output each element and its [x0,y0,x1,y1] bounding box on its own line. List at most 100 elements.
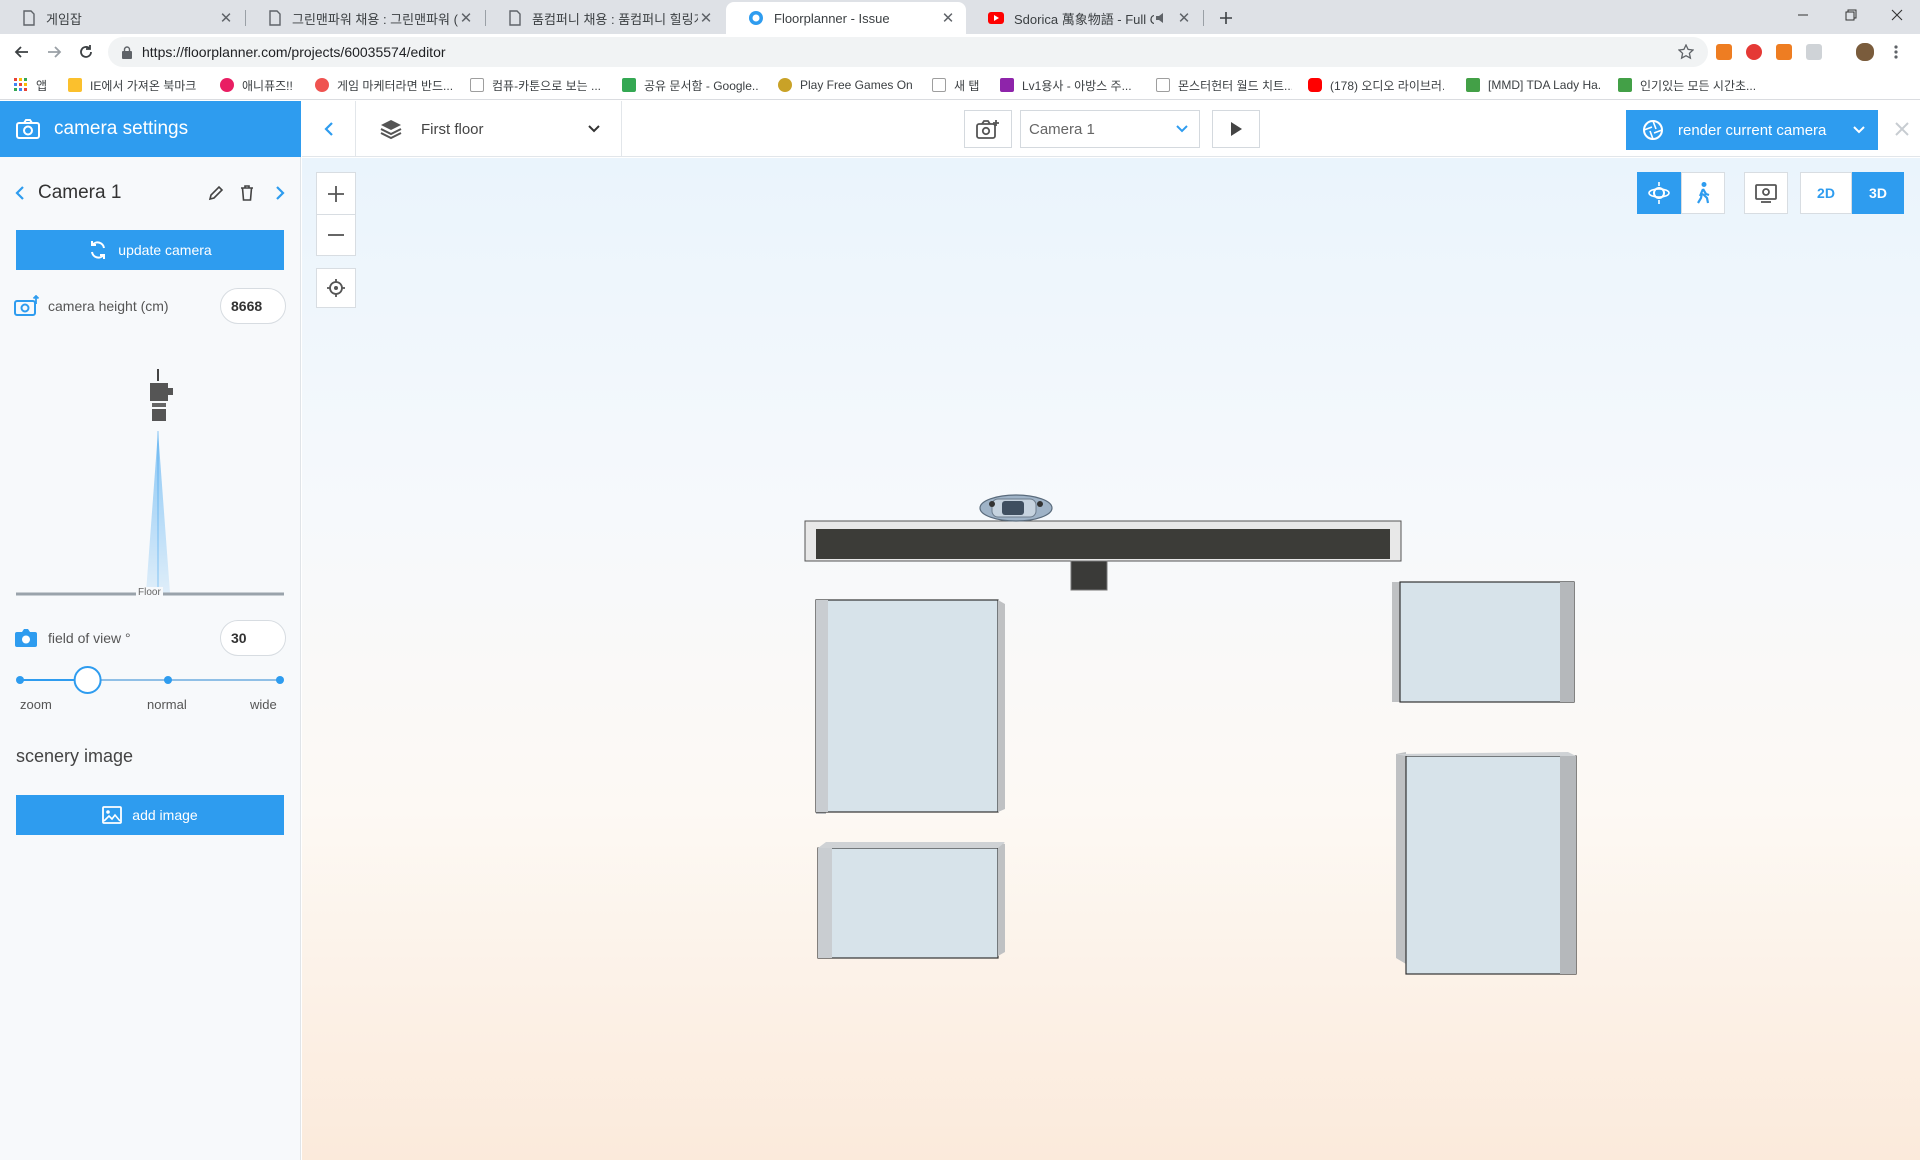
walk-mode-button[interactable] [1681,172,1725,214]
cast-extension-icon[interactable] [1806,44,1822,60]
chevron-down-icon[interactable] [1852,125,1866,135]
glass-box [1396,752,1577,975]
panel-title: camera settings [54,118,189,139]
bookmark-apps[interactable]: 앱 [14,76,64,94]
slider-stop-zoom[interactable] [16,676,24,684]
column-block [1070,560,1108,591]
bookmark-star-icon[interactable] [1678,44,1694,60]
trash-icon[interactable] [240,185,254,201]
edit-pencil-icon[interactable] [208,185,224,201]
forward-button[interactable] [40,38,68,66]
bookmark-item[interactable]: Play Free Games On... [778,76,913,94]
page-icon [470,78,484,92]
previous-camera-icon[interactable] [14,185,26,201]
opera-extension-icon[interactable] [1746,44,1762,60]
camera-dropdown[interactable]: Camera 1 [1020,110,1200,148]
zoom-in-button[interactable] [316,172,356,214]
extension-icon[interactable] [1776,44,1792,60]
play-walkthrough-button[interactable] [1212,110,1260,148]
view-3d-button[interactable]: 3D [1852,172,1904,214]
minus-icon [328,234,344,236]
back-button[interactable] [302,101,356,157]
page-icon [23,10,35,26]
audio-playing-icon[interactable] [1154,11,1168,25]
tab-title: 품컴퍼니 채용 : 품컴퍼니 힐링게... [532,11,698,27]
bookmark-item[interactable]: [MMD] TDA Lady Ha... [1466,76,1602,94]
close-tab-icon[interactable]: ✕ [458,9,474,27]
browser-tab[interactable]: 품컴퍼니 채용 : 품컴퍼니 힐링게... ✕ [486,2,724,34]
tab-separator [1203,10,1204,26]
bookmark-label: 애니퓨즈!! [242,78,293,93]
image-icon [102,806,123,824]
add-image-button[interactable]: add image [16,795,284,835]
close-tab-icon[interactable]: ✕ [940,9,956,27]
glass-box [1392,581,1575,703]
floor-selector[interactable]: First floor [357,101,622,157]
new-tab-button[interactable] [1214,6,1238,30]
bookmark-item[interactable]: 애니퓨즈!! [220,76,308,94]
browser-tab[interactable]: 그린맨파워 채용 : 그린맨파워 (... ✕ [246,2,484,34]
fov-slider-track [16,666,284,694]
next-camera-icon[interactable] [274,185,286,201]
render-current-camera-button[interactable]: render current camera [1626,110,1878,150]
site-favicon [1000,78,1014,92]
site-favicon [1466,78,1480,92]
bookmark-item[interactable]: 인기있는 모든 시간초... [1618,76,1758,94]
bookmark-item[interactable]: 게임 마케터라면 반드... [315,76,455,94]
bookmark-item[interactable]: 몬스터헌터 월드 치트... [1156,76,1292,94]
camera-height-input[interactable]: 8668 [220,288,286,324]
slider-handle[interactable] [73,666,102,694]
field-of-view-row: field of view ° 30 [14,619,286,657]
fov-slider[interactable] [16,665,284,695]
address-bar[interactable]: https://floorplanner.com/projects/600355… [108,37,1708,67]
browser-tab-active[interactable]: Floorplanner - Issue ✕ [726,2,966,34]
fov-label: field of view ° [48,630,131,646]
close-window-button[interactable] [1874,0,1920,30]
center-view-button[interactable] [316,268,356,308]
bookmark-item[interactable]: IE에서 가져온 북마크 [68,76,206,94]
bookmark-label: 새 탭 [954,78,980,93]
bookmark-item[interactable]: 새 탭 [932,76,992,94]
browser-tab[interactable]: Sdorica 萬象物語 - Full OST ✕ [966,2,1202,34]
fov-input[interactable]: 30 [220,620,286,656]
close-tab-icon[interactable]: ✕ [218,9,234,27]
browser-menu-button[interactable] [1888,44,1904,60]
3d-viewport[interactable]: 2D 3D [302,158,1920,1160]
camera-settings-panel: camera settings Camera 1 update camera c… [0,101,301,1160]
update-camera-button[interactable]: update camera [16,230,284,270]
slider-stop-wide[interactable] [276,676,284,684]
reload-button[interactable] [72,38,100,66]
slider-stop-normal[interactable] [164,676,172,684]
site-favicon [1618,78,1632,92]
bookmark-label: 공유 문서함 - Google... [644,78,758,93]
play-icon [1231,122,1242,136]
zoom-out-button[interactable] [316,214,356,256]
close-tab-icon[interactable]: ✕ [1176,9,1192,27]
profile-avatar[interactable] [1856,43,1874,61]
camera-plus-icon [976,120,999,139]
orbit-mode-button[interactable] [1637,172,1681,214]
screenshot-settings-button[interactable] [1744,172,1788,214]
glass-box [817,842,1005,959]
minimize-button[interactable] [1780,0,1826,30]
bookmark-item[interactable]: Lv1용사 - 아방스 주... [1000,76,1136,94]
add-camera-button[interactable] [964,110,1012,148]
button-label: add image [132,807,198,823]
close-icon [1895,122,1909,136]
extension-icon[interactable] [1716,44,1732,60]
browser-tab[interactable]: 게임잡 ✕ [0,2,244,34]
arrow-right-icon [48,46,62,58]
back-button[interactable] [8,38,36,66]
close-tab-icon[interactable]: ✕ [698,9,714,27]
folder-icon [68,78,82,92]
bookmark-item[interactable]: 컴퓨-카툰으로 보는 ... [470,76,604,94]
bookmark-item[interactable]: (178) 오디오 라이브러... [1308,76,1444,94]
apps-grid-icon [14,78,27,91]
restore-button[interactable] [1828,0,1874,30]
view-2d-button[interactable]: 2D [1800,172,1852,214]
button-label: update camera [118,242,212,258]
plus-icon [328,185,344,202]
layers-icon [380,120,402,140]
bookmark-item[interactable]: 공유 문서함 - Google... [622,76,758,94]
close-camera-settings-button[interactable] [1888,115,1916,143]
